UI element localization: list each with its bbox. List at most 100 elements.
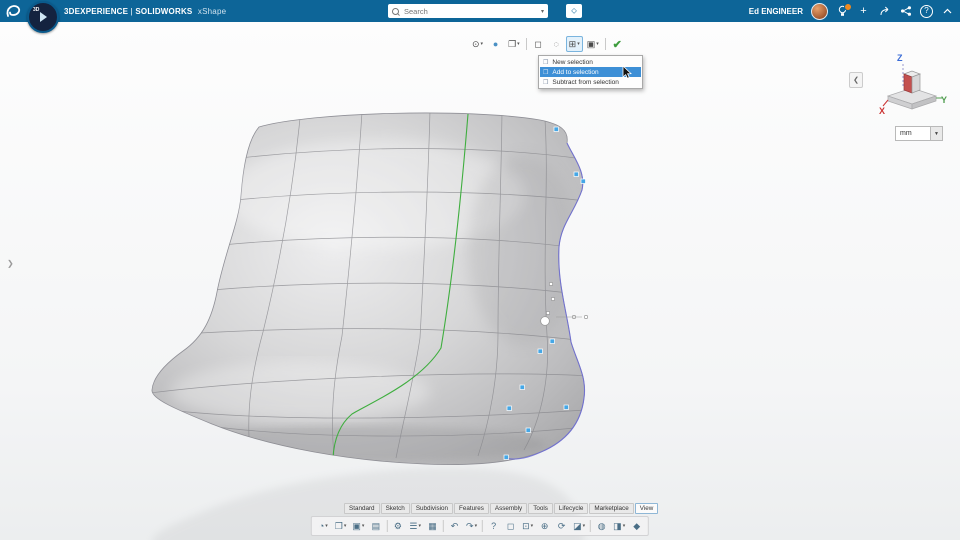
hide-show-button[interactable]: ◍ [593,518,610,534]
expand-left-panel-button[interactable]: ❯ [1,258,20,269]
tab-subdivision[interactable]: Subdivision [411,503,453,514]
view-options-button[interactable]: ☰▾ [406,518,424,534]
notifications-button[interactable] [836,4,849,18]
view-options-icon: ☰ [409,521,417,532]
shaded-view-sphere-button[interactable]: ● [487,36,504,52]
selection-cube-icon: ❒ [543,79,548,86]
pan-button[interactable]: ⊕ [536,518,553,534]
new-document-icon: ❐ [335,521,343,532]
add-content-button[interactable]: + [857,4,870,18]
rotate-view-button[interactable]: ⟳ [553,518,570,534]
selection-cube-icon: ❒ [543,69,548,76]
collapse-panel-button[interactable]: ❮ [849,72,863,88]
new-document-button[interactable]: ❐▾ [332,518,350,534]
confirm-check-icon: ✔ [613,38,622,51]
select-tool-button[interactable]: ◻ [502,518,519,534]
section-view-icon: ◪ [573,521,582,532]
apps-button[interactable] [899,4,912,18]
tab-features[interactable]: Features [454,503,489,514]
caret-down-icon: ▾ [362,523,365,529]
viewport-3d[interactable] [0,0,960,540]
mouse-cursor [622,66,632,80]
ribbon-tab-bar: StandardSketchSubdivisionFeaturesAssembl… [344,503,658,514]
tab-marketplace[interactable]: Marketplace [589,503,633,514]
shaded-view-sphere-icon: ● [493,39,498,49]
selection-mode-icon: ⊞ [569,39,577,50]
select-lasso-icon: ◌ [553,39,558,49]
question-icon: ? [920,5,933,18]
display-style-cube-button[interactable]: ❐▾ [505,36,523,52]
undo-button[interactable]: ↶ [446,518,463,534]
save-button[interactable]: ▣▾ [349,518,367,534]
tab-assembly[interactable]: Assembly [490,503,527,514]
bottom-toolbar: ◔▾❐▾▣▾▤⚙☰▾▦↶↷▾?◻⊡▾⊕⟳◪▾◍◨▾◆ [311,516,649,536]
tag-button[interactable]: ⬦ [566,4,582,18]
share-button[interactable] [878,4,891,18]
undo-icon: ↶ [451,521,459,532]
caret-down-icon: ▾ [475,523,478,529]
menu-item-label: New selection [552,59,592,66]
app-title: 3DEXPERIENCE | SOLIDWORKS xShape [64,7,226,16]
subdivision-surface-model[interactable] [150,110,595,465]
search-input[interactable] [402,6,538,17]
collapse-topbar-button[interactable] [941,4,954,18]
settings-gear-button[interactable]: ⚙ [389,518,406,534]
view-toolbar: ⊙▾●❐▾◻◌⊞▾▣▾✔ [469,36,626,52]
search-bar[interactable]: ▾ [388,4,548,18]
help-button[interactable]: ? [485,518,502,534]
redo-button[interactable]: ↷▾ [463,518,480,534]
section-view-button[interactable]: ◪▾ [570,518,588,534]
menu-item-label: Subtract from selection [552,79,618,86]
caret-down-icon: ▾ [481,41,484,47]
appearance-button[interactable]: ◆ [628,518,645,534]
plus-icon: + [860,6,866,17]
zoom-fit-icon: ⊡ [522,521,530,532]
toolbar-separator [605,38,606,50]
user-avatar[interactable] [811,3,828,20]
units-dropdown[interactable]: mm ▼ [895,126,943,141]
confirm-check-button[interactable]: ✔ [609,36,626,52]
brand-product: xShape [198,7,226,16]
toolbar-separator [443,520,444,532]
tab-lifecycle[interactable]: Lifecycle [554,503,589,514]
zoom-fit-button[interactable]: ⊡▾ [519,518,536,534]
search-icon [392,8,399,15]
topbar-right-cluster: Ed ENGINEER + ? [749,0,954,22]
print-icon: ▤ [372,521,381,532]
view-home-button[interactable]: ◔▾ [315,518,332,534]
selection-mode-button[interactable]: ⊞▾ [566,36,583,52]
select-tool-icon: ◻ [507,521,514,532]
selection-filter-icon: ▣ [587,39,596,50]
visibility-options-button[interactable]: ⊙▾ [469,36,486,52]
tab-tools[interactable]: Tools [528,503,553,514]
caret-down-icon: ▾ [344,523,347,529]
toolbar-separator [526,38,527,50]
user-name[interactable]: Ed ENGINEER [749,7,803,16]
grid-display-icon: ▦ [428,521,437,532]
tag-icon: ⬦ [571,6,577,16]
caret-down-icon: ▾ [577,41,580,47]
orientation-triad[interactable]: Z Y X [878,50,948,124]
display-style-button[interactable]: ◨▾ [610,518,628,534]
select-box-button[interactable]: ◻ [530,36,547,52]
tab-standard[interactable]: Standard [344,503,380,514]
rotate-view-icon: ⟳ [558,521,566,532]
selection-filter-button[interactable]: ▣▾ [584,36,602,52]
grid-display-button[interactable]: ▦ [424,518,441,534]
share-arrow-icon [879,5,891,17]
help-button[interactable]: ? [920,4,933,18]
print-button[interactable]: ▤ [367,518,384,534]
caret-down-icon: ▾ [325,523,328,529]
display-style-cube-icon: ❐ [508,39,516,50]
caret-down-icon: ▾ [531,523,534,529]
toolbar-separator [590,520,591,532]
compass-3d-label: 3D [33,7,39,13]
tab-sketch[interactable]: Sketch [381,503,410,514]
compass-badge[interactable]: 3D [27,1,59,33]
select-lasso-button[interactable]: ◌ [548,36,565,52]
view-home-icon: ◔ [319,521,324,531]
menu-item-label: Add to selection [552,69,598,76]
search-caret-icon[interactable]: ▾ [541,8,544,15]
tab-view[interactable]: View [635,503,659,514]
3ds-logo[interactable] [5,3,23,24]
